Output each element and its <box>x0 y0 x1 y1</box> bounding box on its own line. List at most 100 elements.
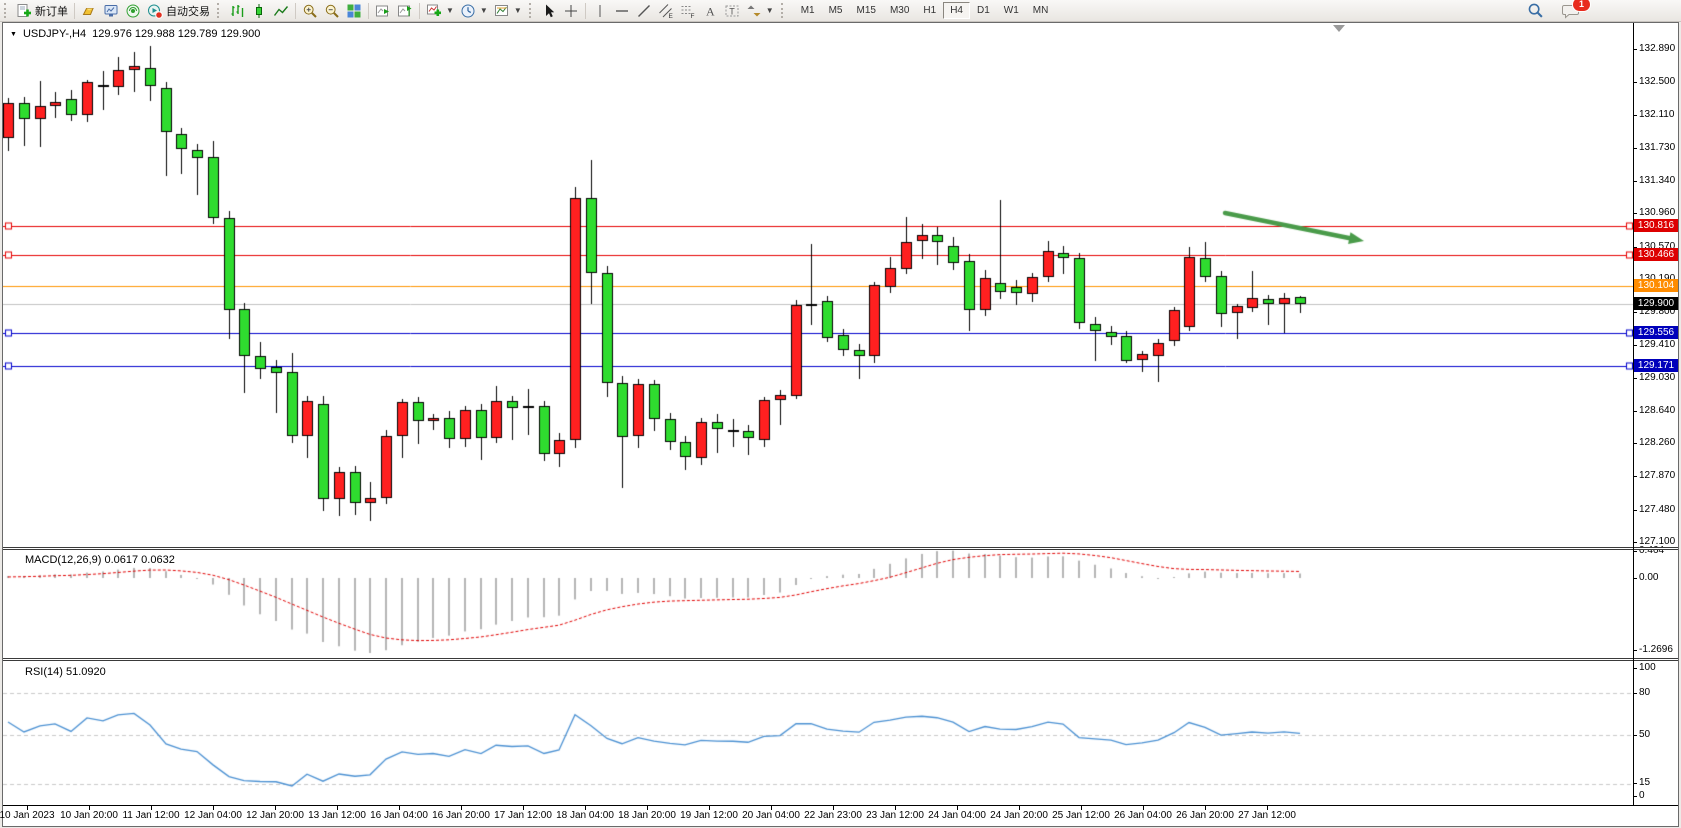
chart-window: ▼ USDJPY-,H4 129.976 129.988 129.789 129… <box>2 22 1679 827</box>
text-icon: A <box>702 3 718 19</box>
tab-timeframe-mn[interactable]: MN <box>1026 2 1056 19</box>
price-tick-label: 131.730 <box>1639 142 1675 154</box>
signals-button[interactable] <box>122 1 144 20</box>
zoom-in-button[interactable] <box>299 1 321 20</box>
fibonacci-icon: F <box>680 3 696 19</box>
dropdown-caret-icon: ▼ <box>446 6 454 15</box>
terminal-button[interactable] <box>100 1 122 20</box>
auto-scroll-icon <box>375 3 391 19</box>
new-order-icon <box>16 3 32 19</box>
indicators-button[interactable]: ▼ <box>423 1 457 20</box>
terminal-icon <box>103 3 119 19</box>
auto-scroll-button[interactable] <box>372 1 394 20</box>
macd-axis-label: -1.2696 <box>1639 644 1673 656</box>
collapse-triangle-icon[interactable]: ▼ <box>10 31 17 38</box>
periods-button[interactable]: ▼ <box>457 1 491 20</box>
rsi-axis-label: 100 <box>1639 662 1656 674</box>
chart-symbol-period: USDJPY-,H4 <box>23 28 86 40</box>
zoom-in-icon <box>302 3 318 19</box>
equidistant-channel-tool-button[interactable]: E <box>655 1 677 20</box>
text-tool-button[interactable]: A <box>699 1 721 20</box>
tab-timeframe-d1[interactable]: D1 <box>970 2 997 19</box>
tab-timeframe-w1[interactable]: W1 <box>997 2 1026 19</box>
autotrading-label: 自动交易 <box>166 3 210 19</box>
toolbar-grip <box>4 3 10 18</box>
toolbar-separator <box>368 3 369 19</box>
vertical-line-icon <box>592 3 608 19</box>
crosshair-tool-button[interactable] <box>560 1 582 20</box>
svg-text:T: T <box>729 6 735 16</box>
chart-shift-icon <box>397 3 413 19</box>
horizontal-line-tool-button[interactable] <box>611 1 633 20</box>
tile-windows-button[interactable] <box>343 1 365 20</box>
templates-icon <box>494 3 510 19</box>
price-tick-label: 131.340 <box>1639 175 1675 187</box>
price-tick-label: 129.410 <box>1639 339 1675 351</box>
toolbar-grip <box>529 3 535 18</box>
arrows-tool-button[interactable]: ▼ <box>743 1 777 20</box>
price-chart-canvas[interactable] <box>3 23 1633 805</box>
main-toolbar: 新订单 自动交易 ▼ ▼ <box>0 0 1681 22</box>
svg-text:A: A <box>706 4 715 18</box>
vertical-line-tool-button[interactable] <box>589 1 611 20</box>
tab-timeframe-m30[interactable]: M30 <box>883 2 916 19</box>
rsi-indicator-label: RSI(14) 51.0920 <box>25 666 106 678</box>
text-label-tool-button[interactable]: T <box>721 1 743 20</box>
price-tick-label: 132.500 <box>1639 76 1675 88</box>
search-button[interactable] <box>1524 1 1547 20</box>
candlestick-chart-button[interactable] <box>248 1 270 20</box>
svg-text:E: E <box>668 13 673 19</box>
candlestick-icon <box>251 3 267 19</box>
zoom-out-button[interactable] <box>321 1 343 20</box>
rsi-axis-label: 0 <box>1639 790 1645 802</box>
macd-pane-splitter[interactable] <box>3 547 1678 550</box>
market-watch-button[interactable] <box>78 1 100 20</box>
macd-axis-label: 0.00 <box>1639 572 1658 584</box>
trendline-icon <box>636 3 652 19</box>
horizontal-line-icon <box>614 3 630 19</box>
chart-ohlc-values: 129.976 129.988 129.789 129.900 <box>92 28 260 40</box>
chart-title: ▼ USDJPY-,H4 129.976 129.988 129.789 129… <box>10 28 260 40</box>
rsi-axis-label: 50 <box>1639 729 1650 741</box>
chart-shift-button[interactable] <box>394 1 416 20</box>
signal-icon <box>125 3 141 19</box>
channel-icon: E <box>658 3 674 19</box>
price-tick-label: 128.640 <box>1639 405 1675 417</box>
tab-timeframe-h4[interactable]: H4 <box>943 2 970 19</box>
line-chart-icon <box>273 3 289 19</box>
trendline-tool-button[interactable] <box>633 1 655 20</box>
toolbar-separator <box>295 3 296 19</box>
text-label-icon: T <box>724 3 740 19</box>
line-chart-button[interactable] <box>270 1 292 20</box>
rsi-pane-splitter[interactable] <box>3 658 1678 661</box>
bar-chart-icon <box>229 3 245 19</box>
current-price-badge: 129.900 <box>1634 297 1678 310</box>
cursor-tool-button[interactable] <box>538 1 560 20</box>
macd-indicator-label: MACD(12,26,9) 0.0617 0.0632 <box>25 554 175 566</box>
dropdown-caret-icon: ▼ <box>766 6 774 15</box>
tab-timeframe-m15[interactable]: M15 <box>850 2 883 19</box>
price-tick-label: 127.480 <box>1639 504 1675 516</box>
price-tick-label: 132.110 <box>1639 109 1674 121</box>
price-tick-label: 128.260 <box>1639 437 1675 449</box>
price-line-badge: 130.466 <box>1634 248 1678 261</box>
tab-timeframe-m1[interactable]: M1 <box>794 2 822 19</box>
notifications-button[interactable]: 1 <box>1559 1 1583 20</box>
fibonacci-tool-button[interactable]: F <box>677 1 699 20</box>
time-axis-line <box>3 805 1678 806</box>
new-order-label: 新订单 <box>35 3 68 19</box>
zoom-out-icon <box>324 3 340 19</box>
tab-timeframe-m5[interactable]: M5 <box>822 2 850 19</box>
price-line-badge: 129.556 <box>1634 326 1678 339</box>
chart-shift-marker[interactable] <box>1333 25 1345 32</box>
toolbar-grip <box>781 3 787 18</box>
templates-button[interactable]: ▼ <box>491 1 525 20</box>
tab-timeframe-h1[interactable]: H1 <box>916 2 943 19</box>
autotrading-button[interactable]: 自动交易 <box>144 1 213 20</box>
dropdown-caret-icon: ▼ <box>514 6 522 15</box>
gold-ingot-icon <box>81 3 97 19</box>
bar-chart-button[interactable] <box>226 1 248 20</box>
new-order-button[interactable]: 新订单 <box>13 1 71 20</box>
search-icon <box>1527 2 1544 19</box>
toolbar-separator <box>74 3 75 19</box>
